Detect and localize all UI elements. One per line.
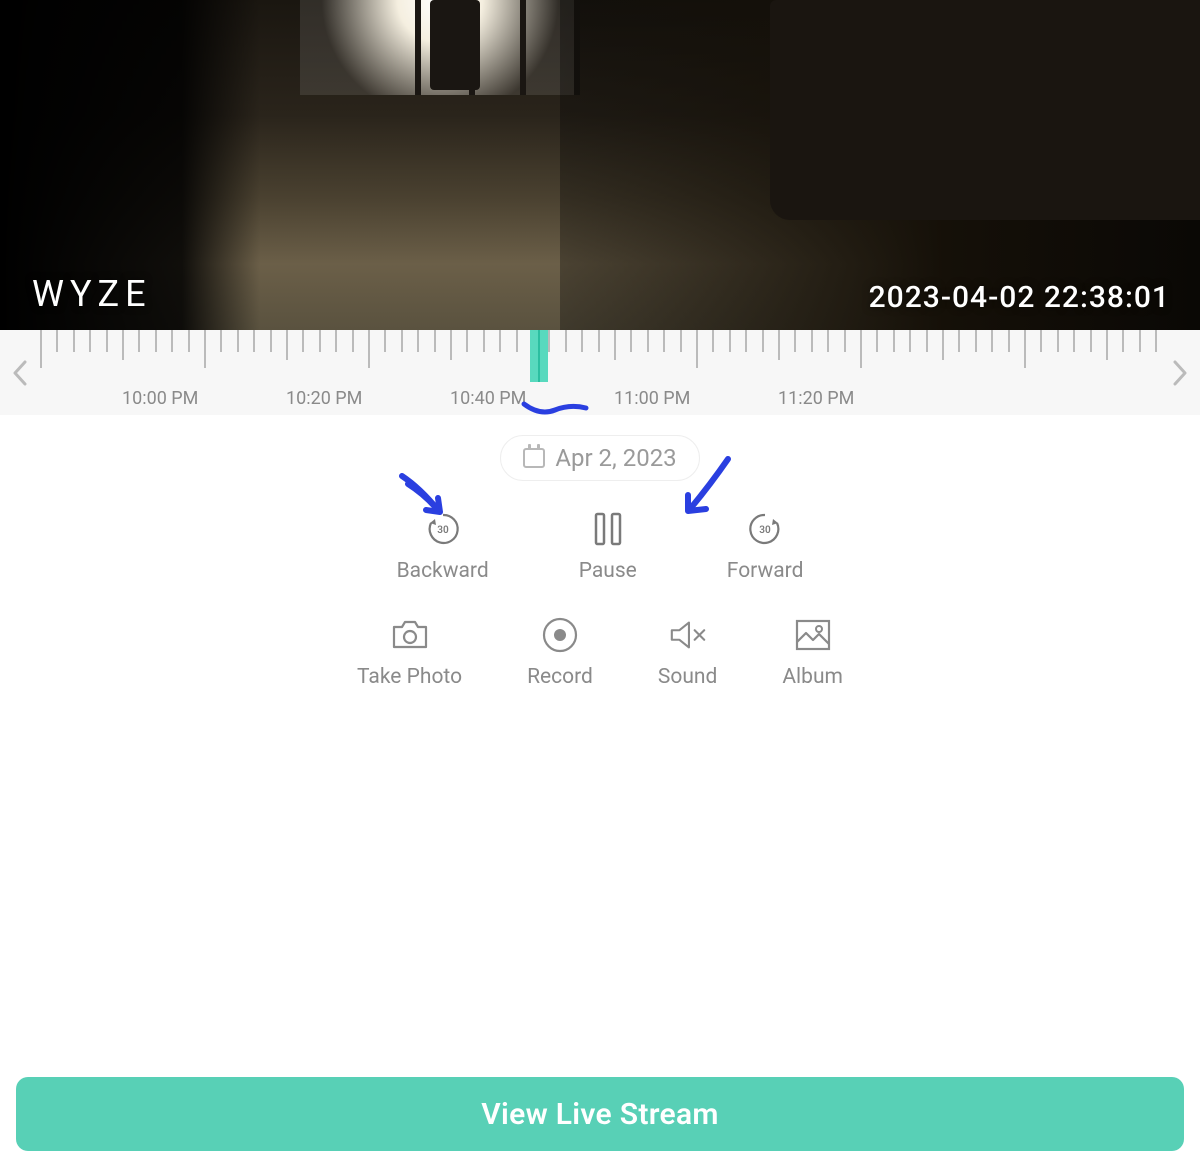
record-button[interactable]: Record [527,615,593,689]
pause-button[interactable]: Pause [579,509,637,583]
timeline-prev-button[interactable] [0,330,40,415]
take-photo-button[interactable]: Take Photo [357,615,462,689]
view-live-stream-button[interactable]: View Live Stream [16,1077,1184,1151]
sound-toggle-button[interactable]: Sound [658,615,717,689]
playhead-line [538,330,540,382]
pause-label: Pause [579,559,637,583]
timeline-tick-label: 09:40 PM [40,388,122,409]
forward-30-icon: 30 [745,509,785,549]
scene-figure [430,0,480,90]
record-label: Record [527,665,593,689]
album-icon [793,615,833,655]
take-photo-label: Take Photo [357,665,462,689]
live-button-label: View Live Stream [481,1097,719,1132]
date-label: Apr 2, 2023 [555,444,676,472]
rewind-30-icon: 30 [423,509,463,549]
timeline-next-button[interactable] [1160,330,1200,415]
svg-text:30: 30 [759,525,771,536]
timeline-scrubber[interactable]: 09:40 PM10:00 PM10:20 PM10:40 PM11:00 PM… [0,330,1200,415]
backward-label: Backward [397,559,489,583]
timeline-tick-label: 10:20 PM [286,388,450,409]
video-timestamp: 2023-04-02 22:38:01 [869,280,1170,315]
svg-text:30: 30 [437,525,449,536]
sound-label: Sound [658,665,717,689]
playback-video[interactable]: WYZE 2023-04-02 22:38:01 [0,0,1200,330]
date-selector[interactable]: Apr 2, 2023 [500,435,699,481]
timeline-tick-label: 10:40 PM [450,388,614,409]
album-label: Album [782,665,843,689]
forward-30-button[interactable]: 30 Forward [727,509,804,583]
timeline-tick-label: 11:00 PM [614,388,778,409]
pause-icon [588,509,628,549]
timeline-tick-label: 10:00 PM [122,388,286,409]
record-icon [540,615,580,655]
timeline-ruler[interactable]: 09:40 PM10:00 PM10:20 PM10:40 PM11:00 PM… [40,330,1160,415]
brand-watermark: WYZE [32,273,152,315]
sound-muted-icon [668,615,708,655]
timeline-tick-label: 11:20 PM [778,388,942,409]
camera-icon [390,615,430,655]
scene-couch [770,0,1200,220]
album-button[interactable]: Album [782,615,843,689]
calendar-icon [523,448,545,468]
backward-30-button[interactable]: 30 Backward [397,509,489,583]
forward-label: Forward [727,559,804,583]
